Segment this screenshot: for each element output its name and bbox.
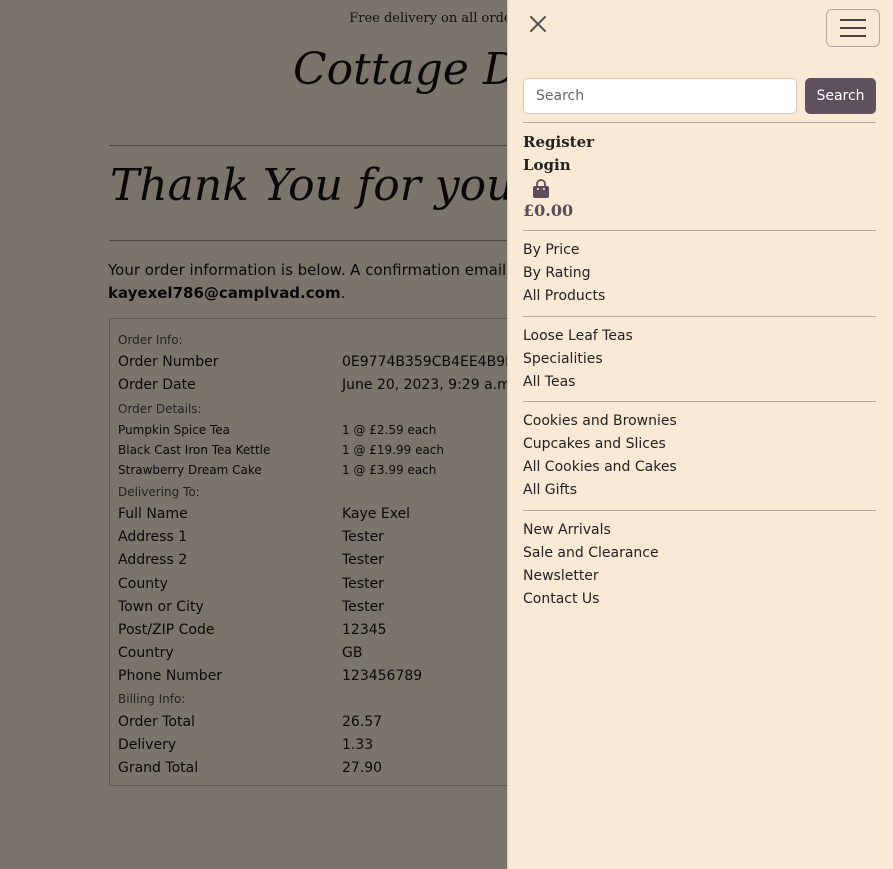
- divider: [523, 316, 876, 317]
- divider: [523, 510, 876, 511]
- nav-link-all-cookies-cakes[interactable]: All Cookies and Cakes: [523, 459, 677, 475]
- nav-link-specialities[interactable]: Specialities: [523, 351, 603, 367]
- divider: [523, 401, 876, 402]
- login-link[interactable]: Login: [523, 156, 571, 174]
- navbar-toggler-icon[interactable]: [826, 9, 880, 47]
- register-link[interactable]: Register: [523, 133, 594, 151]
- nav-link-newsletter[interactable]: Newsletter: [523, 568, 599, 584]
- nav-link-contact-us[interactable]: Contact Us: [523, 591, 599, 607]
- nav-link-new-arrivals[interactable]: New Arrivals: [523, 522, 611, 538]
- nav-link-cupcakes-slices[interactable]: Cupcakes and Slices: [523, 436, 666, 452]
- close-icon[interactable]: [526, 12, 550, 36]
- cart-total[interactable]: £0.00: [523, 201, 573, 220]
- nav-link-by-rating[interactable]: By Rating: [523, 265, 590, 281]
- nav-link-loose-leaf-teas[interactable]: Loose Leaf Teas: [523, 328, 633, 344]
- nav-link-all-gifts[interactable]: All Gifts: [523, 482, 577, 498]
- nav-link-cookies-brownies[interactable]: Cookies and Brownies: [523, 413, 677, 429]
- nav-link-by-price[interactable]: By Price: [523, 242, 580, 258]
- nav-link-all-products[interactable]: All Products: [523, 288, 605, 304]
- offcanvas-menu: Search Register Login £0.00 By Price By …: [507, 0, 893, 869]
- search-input[interactable]: [523, 78, 797, 114]
- divider: [523, 122, 876, 123]
- nav-link-all-teas[interactable]: All Teas: [523, 374, 575, 390]
- divider: [523, 230, 876, 231]
- nav-link-sale-clearance[interactable]: Sale and Clearance: [523, 545, 659, 561]
- shopping-bag-icon[interactable]: [532, 179, 550, 199]
- search-button[interactable]: Search: [805, 78, 876, 114]
